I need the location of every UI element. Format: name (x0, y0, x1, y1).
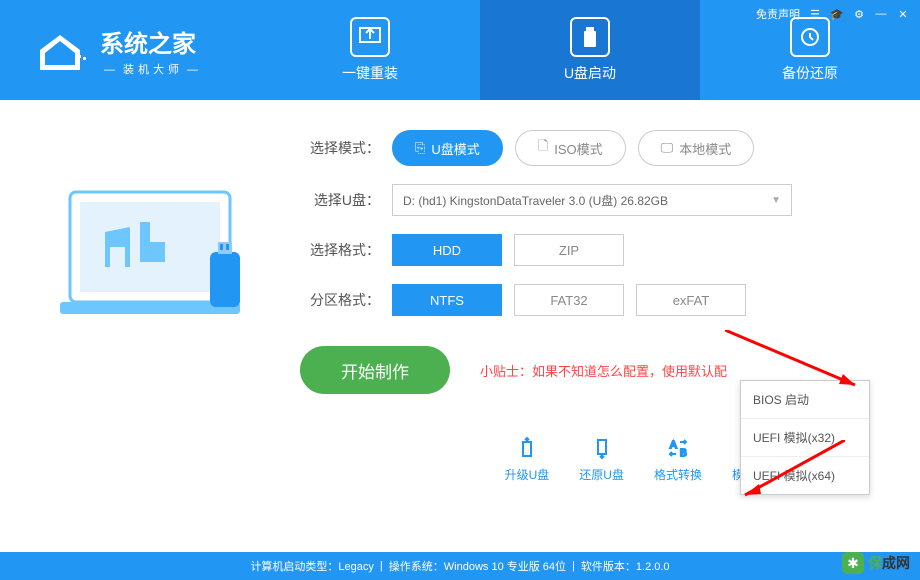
gear-icon[interactable]: ⚙ (852, 7, 866, 21)
disclaimer-link[interactable]: 免责声明 (756, 6, 800, 22)
popup-uefi-x64[interactable]: UEFI 模拟(x64) (741, 457, 869, 494)
watermark: ✱ 保成网 (842, 552, 910, 574)
usb-select-value: D: (hd1) KingstonDataTraveler 3.0 (U盘) 2… (403, 192, 668, 209)
mode-iso-button[interactable]: 🗋ISO模式 (515, 130, 626, 166)
backup-icon (790, 17, 830, 57)
mode-usb-button[interactable]: ⎘U盘模式 (392, 130, 503, 166)
svg-text:B: B (680, 448, 687, 459)
logo-subtitle: 装机大师 (100, 61, 206, 77)
mode-label: 选择模式： (300, 138, 380, 158)
tab-reinstall[interactable]: 一键重装 (260, 0, 480, 100)
status-version: 软件版本：1.2.0.0 (581, 558, 670, 574)
restore-icon (588, 434, 616, 462)
statusbar: 计算机启动类型：Legacy | 操作系统：Windows 10 专业版 64位… (0, 552, 920, 580)
action-upgrade-usb[interactable]: 升级U盘 (505, 434, 550, 483)
minimize-icon[interactable]: — (874, 7, 888, 21)
illustration (40, 130, 280, 394)
usb-label: 选择U盘： (300, 190, 380, 210)
action-format-convert[interactable]: AB 格式转换 (654, 434, 702, 483)
partition-fat32-button[interactable]: FAT32 (514, 284, 624, 316)
convert-icon: AB (664, 434, 692, 462)
svg-text:A: A (670, 440, 677, 451)
reinstall-icon (350, 17, 390, 57)
logo-area: 系统之家 装机大师 (0, 24, 260, 77)
window-controls: 免责声明 ☰ 🎓 ⚙ — ✕ (756, 6, 910, 22)
partition-label: 分区格式： (300, 290, 380, 310)
simulate-boot-menu: BIOS 启动 UEFI 模拟(x32) UEFI 模拟(x64) (740, 380, 870, 495)
chevron-down-icon: ▼ (771, 195, 781, 206)
watermark-badge-icon: ✱ (842, 552, 864, 574)
grad-icon[interactable]: 🎓 (830, 7, 844, 21)
action-restore-usb[interactable]: 还原U盘 (579, 434, 624, 483)
close-icon[interactable]: ✕ (896, 7, 910, 21)
logo-title: 系统之家 (100, 24, 206, 59)
usb-select[interactable]: D: (hd1) KingstonDataTraveler 3.0 (U盘) 2… (392, 184, 792, 216)
usb-small-icon: ⎘ (415, 140, 425, 156)
format-label: 选择格式： (300, 240, 380, 260)
start-button[interactable]: 开始制作 (300, 346, 450, 394)
upgrade-icon (513, 434, 541, 462)
partition-exfat-button[interactable]: exFAT (636, 284, 746, 316)
local-small-icon: 🖵 (661, 140, 674, 156)
usb-icon (570, 17, 610, 57)
partition-ntfs-button[interactable]: NTFS (392, 284, 502, 316)
logo-icon (30, 25, 90, 75)
iso-small-icon: 🗋 (538, 137, 548, 159)
popup-uefi-x32[interactable]: UEFI 模拟(x32) (741, 419, 869, 457)
mode-local-button[interactable]: 🖵本地模式 (638, 130, 755, 166)
tip-text: 小贴士：如果不知道怎么配置，使用默认配 (480, 361, 727, 380)
format-hdd-button[interactable]: HDD (392, 234, 502, 266)
tab-usb-boot[interactable]: U盘启动 (480, 0, 700, 100)
status-os: 操作系统：Windows 10 专业版 64位 (389, 558, 566, 574)
popup-bios[interactable]: BIOS 启动 (741, 381, 869, 419)
status-boot-type: 计算机启动类型：Legacy (250, 558, 373, 574)
menu-icon[interactable]: ☰ (808, 7, 822, 21)
format-zip-button[interactable]: ZIP (514, 234, 624, 266)
